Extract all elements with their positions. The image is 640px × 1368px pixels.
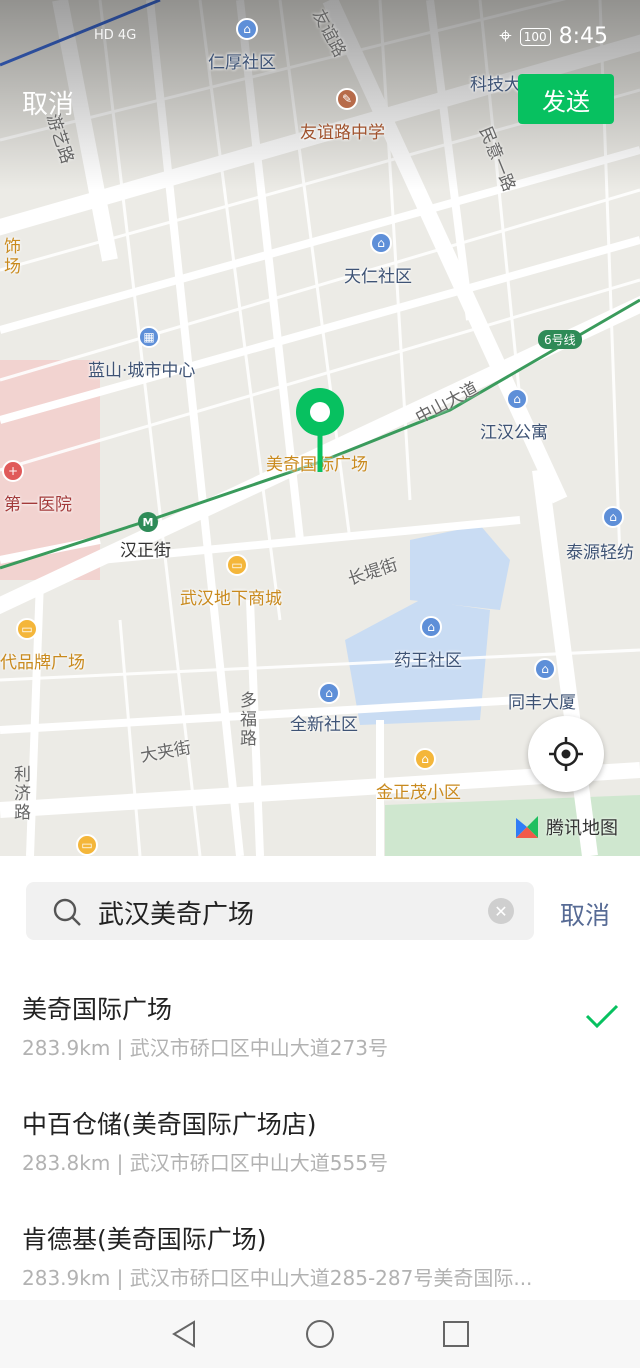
- community-icon: ⌂: [318, 682, 340, 704]
- status-bar: HD 4G ⌖ 100 8:45: [0, 0, 640, 64]
- location-marker-icon[interactable]: [294, 386, 346, 472]
- locate-me-button[interactable]: [528, 716, 604, 792]
- residence-icon: ⌂: [414, 748, 436, 770]
- road-label: 多福路: [240, 691, 257, 749]
- clock: 8:45: [558, 24, 608, 49]
- poi-label: 汉正街: [120, 541, 171, 561]
- system-nav-bar: [0, 1300, 640, 1368]
- poi-label: 药王社区: [394, 651, 462, 671]
- send-button[interactable]: 发送: [518, 74, 614, 124]
- map-provider-logo: 腾讯地图: [512, 812, 618, 842]
- recents-icon[interactable]: [440, 1318, 472, 1350]
- location-service-icon: ⌖: [499, 24, 512, 49]
- result-name: 中百仓储(美奇国际广场店): [22, 1110, 317, 1139]
- poi-label: 泰源轻纺: [566, 543, 634, 563]
- community-icon: ⌂: [506, 388, 528, 410]
- poi-label: 第一医院: [4, 495, 72, 515]
- community-icon: ⌂: [370, 232, 392, 254]
- search-panel: 武汉美奇广场 ✕ 取消 美奇国际广场 283.9km | 武汉市硚口区中山大道2…: [0, 856, 640, 1300]
- result-name: 肯德基(美奇国际广场): [22, 1225, 267, 1254]
- search-query: 武汉美奇广场: [98, 900, 255, 930]
- building-icon: ⌂: [602, 506, 624, 528]
- search-input[interactable]: 武汉美奇广场 ✕: [26, 882, 534, 940]
- school-icon: ✎: [336, 88, 358, 110]
- result-item[interactable]: 中百仓储(美奇国际广场店) 283.8km | 武汉市硚口区中山大道555号: [0, 1105, 640, 1220]
- poi-label: 同丰大厦: [508, 693, 576, 713]
- shopping-icon: ▭: [16, 618, 38, 640]
- metro-line-badge: 6号线: [538, 330, 582, 349]
- result-item[interactable]: 美奇国际广场 283.9km | 武汉市硚口区中山大道273号: [0, 990, 640, 1105]
- building-icon: ▦: [138, 326, 160, 348]
- clear-icon[interactable]: ✕: [488, 898, 514, 924]
- map-provider-text: 腾讯地图: [546, 818, 618, 839]
- metro-station-icon: M: [138, 512, 158, 532]
- crosshair-icon: [549, 737, 583, 771]
- community-icon: ⌂: [420, 616, 442, 638]
- poi-label: 蓝山·城市中心: [88, 361, 196, 381]
- check-icon: [585, 1004, 619, 1029]
- result-detail: 283.9km | 武汉市硚口区中山大道273号: [22, 1036, 388, 1060]
- poi-label: 天仁社区: [344, 267, 412, 287]
- poi-label: 场: [4, 257, 21, 277]
- search-cancel-button[interactable]: 取消: [560, 896, 610, 932]
- hospital-icon: +: [2, 460, 24, 482]
- result-detail: 283.8km | 武汉市硚口区中山大道555号: [22, 1151, 388, 1175]
- road-label: 利济路: [14, 765, 31, 823]
- poi-label: 江汉公寓: [480, 423, 548, 443]
- map-view[interactable]: ⌂ ✎ ⌂ ▦ ⌂ + ⌂ ▭ ⌂ ▭ ⌂ ⌂ ⌂ ▭ M 仁厚社区 科技大厦 …: [0, 0, 640, 856]
- back-icon[interactable]: [168, 1318, 200, 1350]
- cancel-button[interactable]: 取消: [22, 84, 74, 121]
- shopping-icon: ▭: [76, 834, 98, 856]
- network-indicator: HD 4G: [94, 28, 137, 43]
- battery-indicator: 100: [519, 27, 551, 46]
- building-icon: ⌂: [534, 658, 556, 680]
- poi-label: 金正茂小区: [376, 783, 461, 803]
- poi-label: 友谊路中学: [300, 123, 385, 143]
- poi-label: 全新社区: [290, 715, 358, 735]
- poi-label: 代品牌广场: [0, 653, 85, 673]
- result-name: 美奇国际广场: [22, 995, 173, 1024]
- search-icon: [53, 898, 81, 926]
- poi-label: 武汉地下商城: [180, 589, 282, 609]
- tencent-map-icon: [516, 816, 538, 838]
- home-icon[interactable]: [304, 1318, 336, 1350]
- shopping-icon: ▭: [226, 554, 248, 576]
- result-detail: 283.9km | 武汉市硚口区中山大道285-287号美奇国际...: [22, 1266, 533, 1290]
